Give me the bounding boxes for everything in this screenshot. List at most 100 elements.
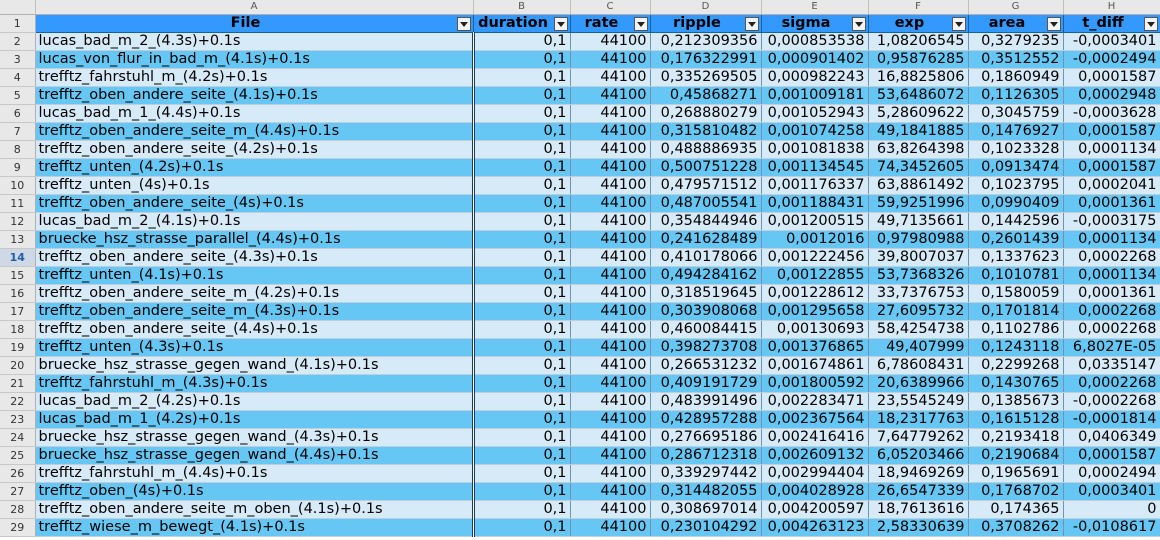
cell-exp[interactable]: 53,7368326: [868, 266, 969, 285]
cell-file[interactable]: trefftz_oben_andere_seite_m_oben_(4.1s)+…: [35, 500, 475, 519]
row-header[interactable]: 20: [0, 356, 36, 375]
cell-rate[interactable]: 44100: [570, 284, 651, 303]
cell-t-diff[interactable]: 0,0002041: [1063, 176, 1160, 195]
column-header-b[interactable]: B: [473, 0, 571, 15]
cell-ripple[interactable]: 0,409191729: [650, 374, 762, 393]
cell-duration[interactable]: 0,1: [473, 230, 571, 249]
cell-exp[interactable]: 20,6389966: [868, 374, 969, 393]
cell-exp[interactable]: 7,64779262: [868, 428, 969, 447]
cell-exp[interactable]: 6,78608431: [868, 356, 969, 375]
row-header[interactable]: 26: [0, 464, 36, 483]
cell-duration[interactable]: 0,1: [473, 104, 571, 123]
autofilter-dropdown-icon[interactable]: [851, 17, 866, 31]
cell-file[interactable]: bruecke_hsz_strasse_parallel_(4.4s)+0.1s: [35, 230, 475, 249]
column-header-a[interactable]: A: [35, 0, 474, 15]
cell-t-diff[interactable]: 0,0001134: [1063, 140, 1160, 159]
cell-t-diff[interactable]: 0,0001134: [1063, 266, 1160, 285]
cell-area[interactable]: 0,0990409: [968, 194, 1064, 213]
cell-file[interactable]: trefftz_oben_(4s)+0.1s: [35, 482, 475, 501]
cell-t-diff[interactable]: 0: [1063, 500, 1160, 519]
cell-rate[interactable]: 44100: [570, 392, 651, 411]
cell-ripple[interactable]: 0,354844946: [650, 212, 762, 231]
cell-exp[interactable]: 18,7613616: [868, 500, 969, 519]
cell-file[interactable]: bruecke_hsz_strasse_gegen_wand_(4.4s)+0.…: [35, 446, 475, 465]
cell-area[interactable]: 0,1023328: [968, 140, 1064, 159]
cell-area[interactable]: 0,1615128: [968, 410, 1064, 429]
cell-ripple[interactable]: 0,268880279: [650, 104, 762, 123]
cell-exp[interactable]: 23,5545249: [868, 392, 969, 411]
cell-t-diff[interactable]: -0,0003175: [1063, 212, 1160, 231]
row-header[interactable]: 9: [0, 158, 36, 177]
cell-duration[interactable]: 0,1: [473, 482, 571, 501]
cell-area[interactable]: 0,1385673: [968, 392, 1064, 411]
cell-t-diff[interactable]: -0,0002268: [1063, 392, 1160, 411]
cell-exp[interactable]: 39,8007037: [868, 248, 969, 267]
cell-duration[interactable]: 0,1: [473, 140, 571, 159]
cell-t-diff[interactable]: 0,0002494: [1063, 464, 1160, 483]
cell-area[interactable]: 0,2190684: [968, 446, 1064, 465]
spreadsheet-grid[interactable]: A B C D E F G H 1 File duration rate ripple sigma exp a…: [0, 0, 1160, 540]
cell-duration[interactable]: 0,1: [473, 356, 571, 375]
row-header[interactable]: 8: [0, 140, 36, 159]
row-header[interactable]: 14: [0, 248, 36, 267]
cell-rate[interactable]: 44100: [570, 248, 651, 267]
cell-sigma[interactable]: 0,001200515: [761, 212, 869, 231]
cell-sigma[interactable]: 0,000982243: [761, 68, 869, 87]
cell-ripple[interactable]: 0,318519645: [650, 284, 762, 303]
cell-sigma[interactable]: 0,001081838: [761, 140, 869, 159]
cell-t-diff[interactable]: -0,0003401: [1063, 32, 1160, 51]
cell-exp[interactable]: 18,9469269: [868, 464, 969, 483]
row-header[interactable]: 7: [0, 122, 36, 141]
cell-t-diff[interactable]: -0,0001814: [1063, 410, 1160, 429]
cell-t-diff[interactable]: 0,0001587: [1063, 158, 1160, 177]
cell-file[interactable]: lucas_bad_m_2_(4.1s)+0.1s: [35, 212, 475, 231]
cell-duration[interactable]: 0,1: [473, 176, 571, 195]
cell-t-diff[interactable]: 0,0335147: [1063, 356, 1160, 375]
cell-exp[interactable]: 2,58330639: [868, 518, 969, 537]
cell-rate[interactable]: 44100: [570, 122, 651, 141]
cell-ripple[interactable]: 0,308697014: [650, 500, 762, 519]
cell-ripple[interactable]: 0,460084415: [650, 320, 762, 339]
cell-file[interactable]: trefftz_fahrstuhl_m_(4.2s)+0.1s: [35, 68, 475, 87]
cell-ripple[interactable]: 0,230104292: [650, 518, 762, 537]
cell-area[interactable]: 0,1337623: [968, 248, 1064, 267]
cell-t-diff[interactable]: 0,0001361: [1063, 284, 1160, 303]
row-header[interactable]: 1: [0, 14, 36, 33]
cell-file[interactable]: trefftz_wiese_m_bewegt_(4.1s)+0.1s: [35, 518, 475, 537]
cell-duration[interactable]: 0,1: [473, 338, 571, 357]
cell-duration[interactable]: 0,1: [473, 122, 571, 141]
cell-ripple[interactable]: 0,483991496: [650, 392, 762, 411]
row-header[interactable]: 29: [0, 518, 36, 537]
cell-ripple[interactable]: 0,212309356: [650, 32, 762, 51]
cell-area[interactable]: 0,1010781: [968, 266, 1064, 285]
cell-rate[interactable]: 44100: [570, 410, 651, 429]
cell-rate[interactable]: 44100: [570, 140, 651, 159]
cell-file[interactable]: trefftz_oben_andere_seite_(4.3s)+0.1s: [35, 248, 475, 267]
cell-sigma[interactable]: 0,002416416: [761, 428, 869, 447]
cell-t-diff[interactable]: 0,0406349: [1063, 428, 1160, 447]
cell-area[interactable]: 0,1476927: [968, 122, 1064, 141]
row-header[interactable]: 18: [0, 320, 36, 339]
cell-file[interactable]: trefftz_oben_andere_seite_m_(4.3s)+0.1s: [35, 302, 475, 321]
cell-ripple[interactable]: 0,45868271: [650, 86, 762, 105]
cell-rate[interactable]: 44100: [570, 338, 651, 357]
cell-sigma[interactable]: 0,004200597: [761, 500, 869, 519]
cell-t-diff[interactable]: 0,0001587: [1063, 122, 1160, 141]
cell-rate[interactable]: 44100: [570, 464, 651, 483]
row-header[interactable]: 21: [0, 374, 36, 393]
cell-t-diff[interactable]: 0,0002948: [1063, 86, 1160, 105]
column-header-d[interactable]: D: [650, 0, 762, 15]
autofilter-dropdown-icon[interactable]: [1046, 17, 1061, 31]
row-header[interactable]: 11: [0, 194, 36, 213]
cell-duration[interactable]: 0,1: [473, 212, 571, 231]
cell-exp[interactable]: 49,407999: [868, 338, 969, 357]
cell-sigma[interactable]: 0,002367564: [761, 410, 869, 429]
cell-rate[interactable]: 44100: [570, 194, 651, 213]
cell-duration[interactable]: 0,1: [473, 68, 571, 87]
cell-exp[interactable]: 33,7376753: [868, 284, 969, 303]
cell-rate[interactable]: 44100: [570, 158, 651, 177]
cell-file[interactable]: trefftz_unten_(4.1s)+0.1s: [35, 266, 475, 285]
cell-file[interactable]: trefftz_unten_(4s)+0.1s: [35, 176, 475, 195]
row-header[interactable]: 5: [0, 86, 36, 105]
row-header[interactable]: 28: [0, 500, 36, 519]
